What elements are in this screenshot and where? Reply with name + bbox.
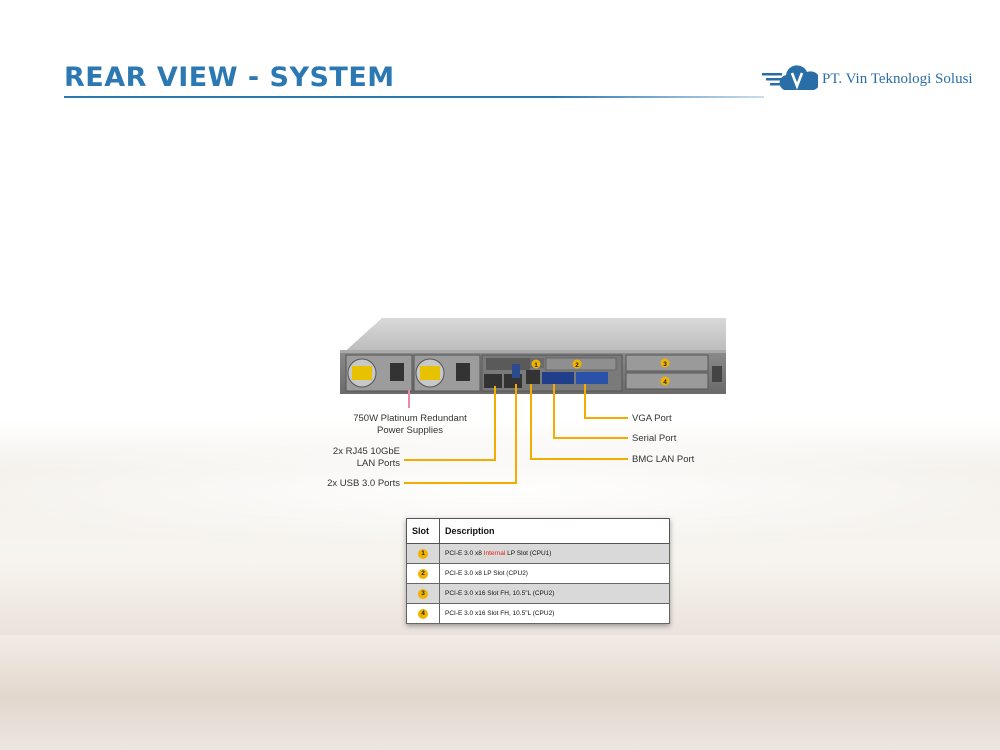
label-serial-port: Serial Port — [632, 433, 677, 444]
callout-line-vga-h — [584, 417, 628, 419]
slot-description: PCI-E 3.0 x8 Internal LP Slot (CPU1) — [439, 543, 670, 564]
slot-table: Slot Description 1 PCI-E 3.0 x8 Internal… — [406, 518, 670, 624]
label-power-supplies-line2: Power Supplies — [376, 425, 443, 436]
slot-number: 2 — [418, 568, 428, 579]
company-logo: PT. Vin Teknologi Solusi — [762, 64, 988, 96]
callout-line-psu — [408, 390, 410, 408]
callout-line-bmc-h — [530, 458, 628, 460]
server-slot-marker-3: 3 — [663, 361, 667, 368]
server-rear-image: 1 2 3 4 — [340, 318, 726, 394]
background-floor — [0, 635, 1000, 750]
slot-description: PCI-E 3.0 x8 LP Slot (CPU2) — [439, 563, 670, 584]
table-row: 2 PCI-E 3.0 x8 LP Slot (CPU2) — [406, 563, 670, 584]
label-power-supplies-line1: 750W Platinum Redundant — [353, 413, 467, 424]
server-slot-marker-1: 1 — [534, 362, 538, 369]
callout-line-lan-v — [494, 386, 496, 461]
header-slot: Slot — [406, 518, 440, 544]
server-slot-marker-4: 4 — [663, 379, 667, 386]
page-title: REAR VIEW - SYSTEM — [64, 62, 395, 93]
label-lan-ports: 2x RJ45 10GbE LAN Ports — [300, 446, 400, 470]
slot-description: PCI-E 3.0 x16 Slot FH, 10.5"L (CPU2) — [439, 603, 670, 624]
table-row: 3 PCI-E 3.0 x16 Slot FH, 10.5"L (CPU2) — [406, 583, 670, 604]
slot-table-header: Slot Description — [406, 518, 670, 544]
label-power-supplies: 750W Platinum Redundant Power Supplies — [352, 413, 468, 437]
label-usb-ports: 2x USB 3.0 Ports — [327, 478, 400, 489]
callout-line-bmc-v — [530, 384, 532, 460]
header-description: Description — [439, 518, 670, 544]
table-row: 4 PCI-E 3.0 x16 Slot FH, 10.5"L (CPU2) — [406, 603, 670, 624]
callout-line-usb-h — [404, 482, 517, 484]
label-bmc-lan-port: BMC LAN Port — [632, 454, 695, 465]
callout-line-usb-v — [515, 384, 517, 484]
callout-line-lan-h — [404, 459, 496, 461]
callout-line-vga-v — [584, 384, 586, 418]
slide: REAR VIEW - SYSTEM PT. Vin Teknologi Sol… — [0, 0, 1000, 750]
company-name: PT. Vin Teknologi Solusi — [822, 71, 973, 87]
callout-line-serial-h — [553, 437, 628, 439]
cloud-logo-icon — [762, 65, 818, 90]
slot-number: 3 — [418, 588, 428, 599]
server-slot-marker-2: 2 — [575, 362, 579, 369]
callout-line-serial-v — [553, 384, 555, 438]
title-underline — [64, 96, 764, 98]
slot-description: PCI-E 3.0 x16 Slot FH, 10.5"L (CPU2) — [439, 583, 670, 604]
internal-highlight: Internal — [483, 550, 506, 557]
slot-number: 1 — [418, 548, 428, 559]
slot-number: 4 — [418, 608, 428, 619]
label-lan-ports-line1: 2x RJ45 10GbE — [332, 446, 400, 457]
table-row: 1 PCI-E 3.0 x8 Internal LP Slot (CPU1) — [406, 543, 670, 564]
label-vga-port: VGA Port — [632, 413, 672, 424]
label-lan-ports-line2: LAN Ports — [356, 458, 400, 469]
